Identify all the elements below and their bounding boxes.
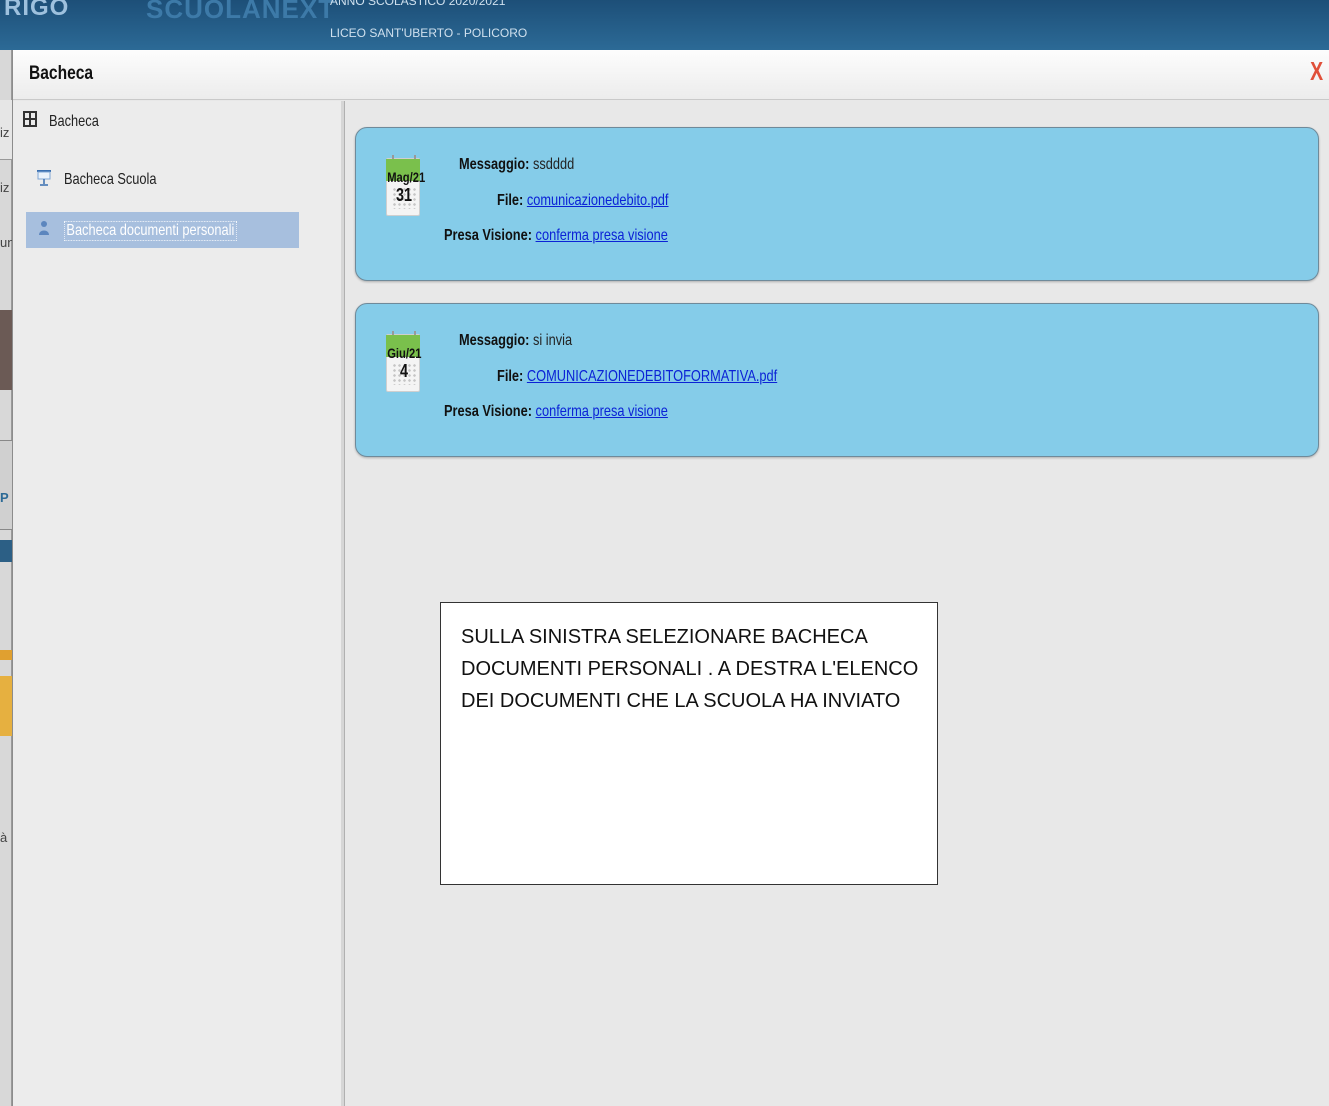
background-header-line-1: ANNO SCOLASTICO 2020/2021: [330, 0, 506, 8]
close-button[interactable]: X: [1310, 56, 1323, 87]
ack-label: Presa Visione:: [444, 227, 532, 244]
background-logo: RIGO: [4, 0, 70, 21]
modal-title: Bacheca: [29, 63, 94, 84]
message-text: si invia: [532, 332, 573, 349]
file-link[interactable]: COMUNICAZIONEDEBITOFORMATIVA.pdf: [527, 368, 777, 385]
confirm-ack-link[interactable]: conferma presa visione: [536, 403, 668, 420]
background-left-menu: iz iz un P à: [0, 50, 14, 1106]
message-row: Messaggio: si invia: [459, 332, 572, 354]
background-header-line-2: LICEO SANT'UBERTO - POLICORO: [330, 26, 528, 40]
background-fragment: iz: [0, 180, 10, 195]
background-fragment: iz: [0, 125, 10, 140]
file-label: File:: [497, 192, 524, 209]
message-card: Giu/21 4 Messaggio: si invia File: COMUN…: [355, 303, 1319, 457]
sidebar-item-label: Bacheca documenti personali: [64, 221, 237, 241]
message-row: Messaggio: ssdddd: [459, 156, 574, 178]
file-row: File: COMUNICAZIONEDEBITOFORMATIVA.pdf: [497, 368, 777, 390]
user-document-icon: [39, 221, 49, 235]
file-row: File: comunicazionedebito.pdf: [497, 192, 668, 214]
sidebar-item-bacheca-documenti-personali[interactable]: Bacheca documenti personali: [26, 212, 299, 248]
background-app-header: RIGO SCUOLANEXT ANNO SCOLASTICO 2020/202…: [0, 0, 1329, 50]
message-label: Messaggio:: [459, 332, 530, 349]
calendar-month: Mag/21: [387, 169, 426, 185]
background-brand: SCUOLANEXT: [146, 0, 336, 24]
background-fragment: à: [0, 830, 8, 845]
calendar-day: 31: [395, 185, 413, 205]
sidebar-item-bacheca-scuola[interactable]: Bacheca Scuola: [26, 162, 299, 198]
file-label: File:: [497, 368, 524, 385]
tree-expand-icon[interactable]: [23, 111, 37, 127]
ack-row: Presa Visione: conferma presa visione: [444, 403, 668, 425]
message-card: Mag/21 31 Messaggio: ssdddd File: comuni…: [355, 127, 1319, 281]
bacheca-modal: Bacheca X Bacheca Bacheca Scuola Bacheca…: [12, 50, 1329, 1106]
tree-root-label: Bacheca: [49, 113, 99, 130]
calendar-icon: Giu/21 4: [386, 331, 422, 392]
ack-label: Presa Visione:: [444, 403, 532, 420]
calendar-icon: Mag/21 31: [386, 155, 426, 216]
modal-titlebar: Bacheca X: [13, 50, 1329, 100]
message-text: ssdddd: [532, 156, 575, 173]
instruction-note: SULLA SINISTRA SELEZIONARE BACHECA DOCUM…: [440, 602, 938, 885]
calendar-month: Giu/21: [387, 345, 422, 361]
sidebar-item-label: Bacheca Scuola: [64, 171, 157, 188]
message-label: Messaggio:: [459, 156, 530, 173]
sidebar-tree: Bacheca Bacheca Scuola Bacheca documenti…: [13, 101, 345, 1106]
background-fragment: P: [0, 490, 9, 505]
file-link[interactable]: comunicazionedebito.pdf: [527, 192, 669, 209]
confirm-ack-link[interactable]: conferma presa visione: [536, 227, 668, 244]
ack-row: Presa Visione: conferma presa visione: [444, 227, 668, 249]
calendar-day: 4: [399, 361, 408, 381]
presentation-board-icon: [37, 170, 51, 186]
